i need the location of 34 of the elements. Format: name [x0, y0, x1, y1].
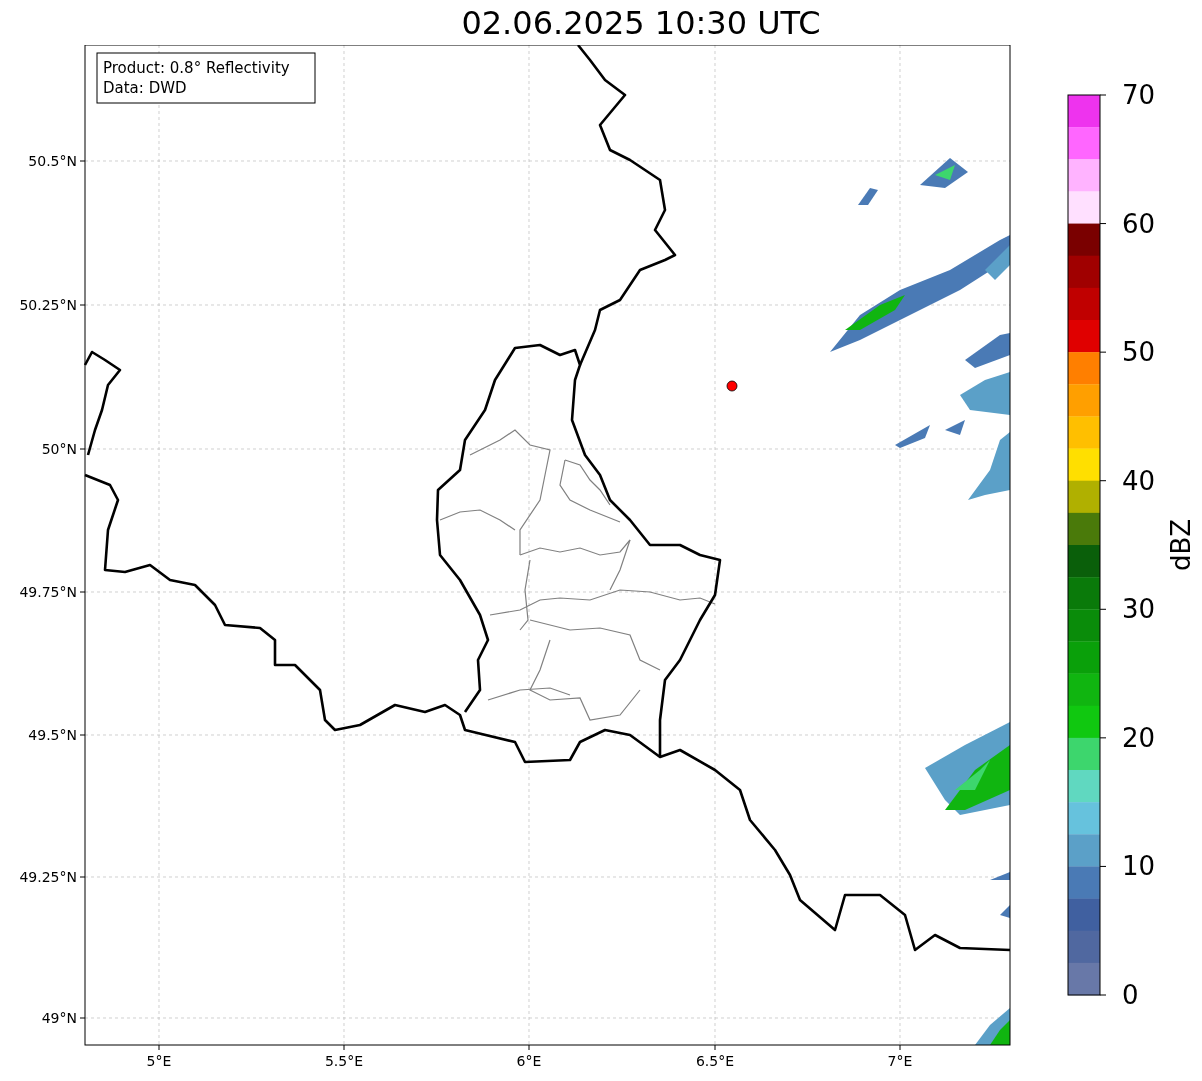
colorbar-tick-label: 70: [1122, 80, 1156, 110]
radar-echo: [990, 872, 1010, 880]
y-tick-label: 49°N: [41, 1010, 77, 1026]
colorbar-tick-label: 50: [1122, 337, 1156, 368]
colorbar-tick-label: 30: [1122, 594, 1156, 625]
radar-echo: [895, 425, 930, 448]
radar-echo: [968, 432, 1010, 500]
chart-title: 02.06.2025 10:30 UTC: [461, 6, 821, 39]
district-border-line: [559, 459, 621, 523]
x-tick-label: 5°E: [146, 1053, 172, 1069]
colorbar-tick-label: 20: [1122, 722, 1156, 753]
station-marker: [726, 380, 738, 392]
colorbar-tick-label: 40: [1122, 465, 1156, 496]
colorbar-tick-label: 0: [1122, 980, 1139, 1010]
colorbar-tick-label: 60: [1122, 208, 1156, 239]
y-tick-label: 49.75°N: [19, 584, 77, 600]
radar-echo: [858, 188, 878, 205]
radar-echo: [945, 420, 965, 435]
info-text: Data: DWD: [103, 79, 187, 97]
y-tick-label: 50.25°N: [19, 297, 77, 313]
colorbar-label: dBZ: [1166, 518, 1196, 572]
x-tick-label: 7°E: [887, 1053, 913, 1069]
info-text: Product: 0.8° Reflectivity: [103, 59, 290, 77]
x-tick-label: 6°E: [516, 1053, 542, 1069]
y-tick-label: 49.5°N: [28, 727, 77, 743]
y-tick-label: 49.25°N: [19, 869, 77, 885]
district-border-line: [564, 459, 611, 506]
radar-echo: [960, 372, 1010, 415]
y-tick-label: 50°N: [41, 441, 77, 457]
colorbar-tick-label: 10: [1122, 851, 1156, 882]
y-tick-label: 50.5°N: [28, 153, 77, 169]
x-tick-label: 5.5°E: [324, 1053, 364, 1069]
radar-echo: [1000, 905, 1010, 918]
x-tick-label: 6.5°E: [695, 1053, 735, 1069]
